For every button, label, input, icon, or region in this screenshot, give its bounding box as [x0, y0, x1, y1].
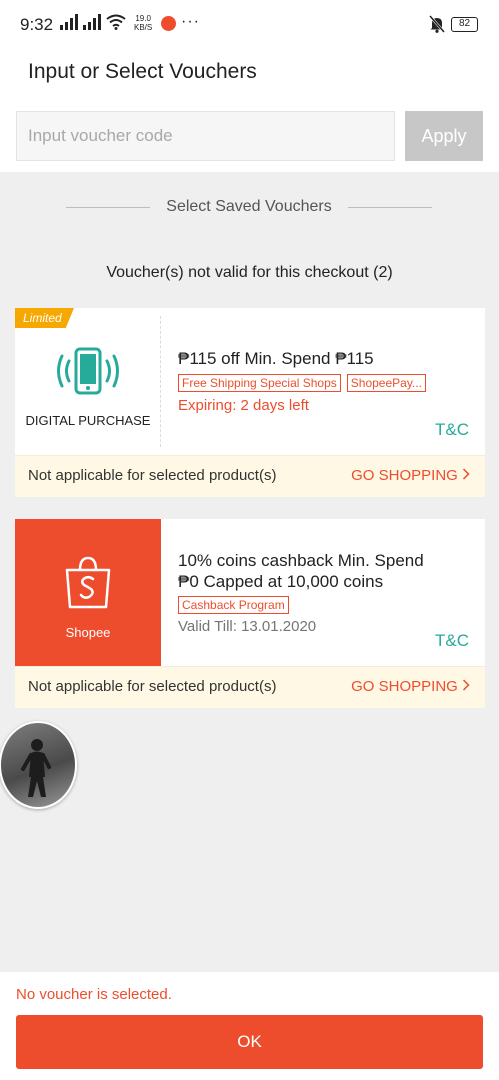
tnc-link[interactable]: T&C [435, 420, 469, 440]
signal-icon [83, 14, 101, 30]
shopee-bag-icon [65, 556, 111, 609]
net-speed: 19.0 KB/S [134, 14, 152, 32]
page-title: Input or Select Vouchers [28, 60, 257, 83]
voucher-left-panel: Shopee [9, 519, 161, 666]
ok-button[interactable]: OK [16, 1015, 483, 1069]
voucher-left-panel: Limited DIGITAL PURCHASE [9, 308, 161, 455]
voucher-tags: Free Shipping Special Shops ShopeePay... [178, 374, 426, 392]
go-shopping-label: GO SHOPPING [351, 467, 458, 484]
chevron-right-icon [462, 468, 470, 480]
voucher-left-label: Shopee [65, 625, 111, 640]
signal-icon [60, 14, 78, 30]
voucher-title-line: ₱0 Capped at 10,000 coins [178, 572, 384, 591]
divider-line [66, 206, 151, 208]
voucher-details: 10% coins cashback Min. Spend ₱0 Capped … [178, 519, 473, 666]
battery-icon: 82 [451, 17, 478, 32]
not-applicable-note: Not applicable for selected product(s) [28, 678, 277, 695]
limited-badge: Limited [15, 308, 74, 328]
voucher-card[interactable]: Shopee 10% coins cashback Min. Spend ₱0 … [9, 519, 485, 708]
voucher-header: Input or Select Vouchers Apply [0, 50, 499, 172]
voucher-title: ₱115 off Min. Spend ₱115 [178, 349, 374, 368]
net-speed-value: 19.0 [135, 14, 151, 23]
status-time: 9:32 [20, 15, 54, 34]
go-shopping-label: GO SHOPPING [351, 678, 458, 695]
apply-button[interactable]: Apply [405, 111, 483, 161]
scalloped-edge [9, 519, 21, 666]
voucher-title: 10% coins cashback Min. Spend ₱0 Capped … [178, 550, 424, 592]
voucher-expiry: Expiring: 2 days left [178, 397, 309, 414]
more-notifications-icon: ··· [181, 13, 200, 30]
voucher-card[interactable]: Limited DIGITAL PURCHASE ₱115 off Min. S… [9, 308, 485, 497]
chevron-right-icon [462, 679, 470, 691]
voucher-code-input[interactable] [16, 111, 395, 161]
phone-vibrate-icon [57, 347, 119, 395]
voucher-body: Shopee 10% coins cashback Min. Spend ₱0 … [9, 519, 485, 666]
saved-vouchers-label: Select Saved Vouchers [166, 198, 332, 215]
shopee-brand-panel: Shopee [15, 519, 161, 666]
shopee-notification-icon [161, 16, 176, 31]
net-speed-unit: KB/S [134, 23, 153, 32]
divider-line [347, 206, 432, 208]
wifi-icon [106, 14, 126, 30]
voucher-note-bar: Not applicable for selected product(s) G… [15, 455, 485, 497]
dashed-separator [160, 316, 161, 447]
person-photo-icon [21, 739, 51, 797]
voucher-body: Limited DIGITAL PURCHASE ₱115 off Min. S… [9, 308, 485, 455]
floating-avatar-bubble[interactable] [0, 721, 77, 809]
go-shopping-link[interactable]: GO SHOPPING [351, 467, 470, 484]
voucher-tags: Cashback Program [178, 596, 289, 614]
tnc-link[interactable]: T&C [435, 631, 469, 651]
mute-icon [429, 15, 445, 33]
voucher-tag: Free Shipping Special Shops [178, 374, 341, 392]
selection-status: No voucher is selected. [16, 986, 172, 1003]
voucher-title-line: 10% coins cashback Min. Spend [178, 551, 424, 570]
invalid-vouchers-heading: Voucher(s) not valid for this checkout (… [106, 264, 393, 281]
voucher-valid-till: Valid Till: 13.01.2020 [178, 618, 317, 635]
voucher-left-label: DIGITAL PURCHASE [25, 413, 151, 428]
voucher-details: ₱115 off Min. Spend ₱115 Free Shipping S… [178, 308, 473, 455]
signal-icons [60, 14, 126, 30]
voucher-note-bar: Not applicable for selected product(s) G… [15, 666, 485, 708]
scalloped-edge [9, 308, 21, 455]
status-bar: 9:32 19.0 KB/S ··· 82 [0, 0, 499, 50]
voucher-tag: Cashback Program [178, 596, 289, 614]
go-shopping-link[interactable]: GO SHOPPING [351, 678, 470, 695]
saved-vouchers-divider: Select Saved Vouchers [66, 194, 432, 220]
not-applicable-note: Not applicable for selected product(s) [28, 467, 277, 484]
voucher-tag: ShopeePay... [346, 374, 426, 392]
bottom-action-bar: No voucher is selected. OK [0, 972, 499, 1080]
